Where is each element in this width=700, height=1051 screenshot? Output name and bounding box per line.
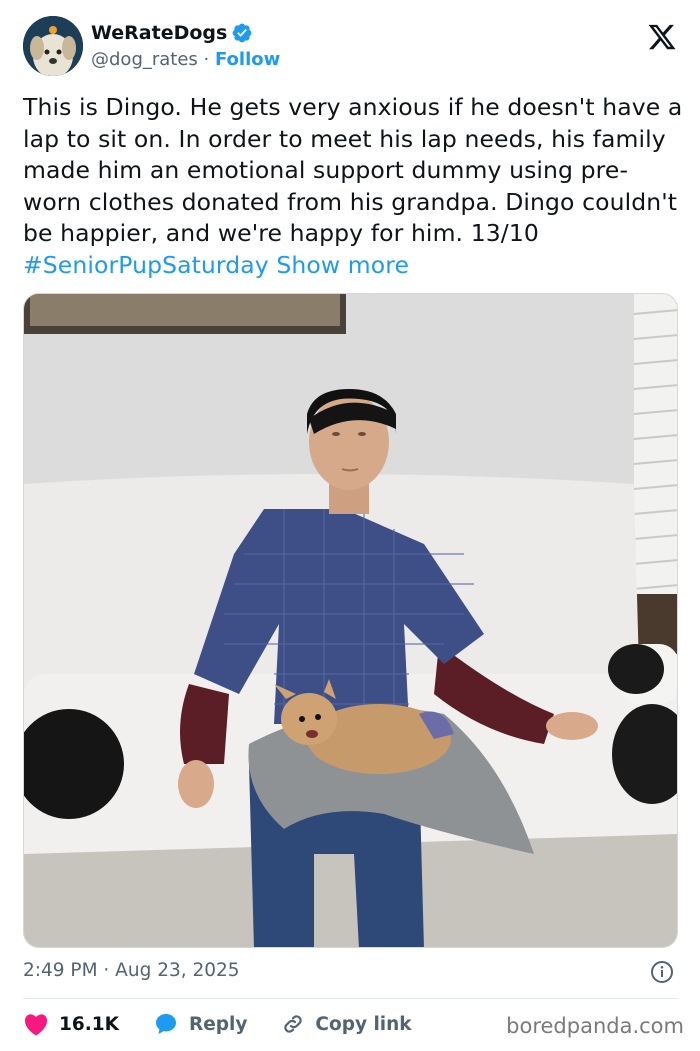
divider — [23, 998, 678, 999]
copy-link-label: Copy link — [315, 1013, 412, 1035]
info-icon[interactable] — [650, 960, 674, 984]
author-handle-row: @dog_rates · Follow — [91, 49, 280, 70]
show-more-link[interactable]: Show more — [276, 251, 409, 279]
tweet-text: This is Dingo. He gets very anxious if h… — [23, 92, 683, 281]
tweet-photo[interactable] — [23, 293, 678, 948]
tweet-body: This is Dingo. He gets very anxious if h… — [23, 93, 683, 247]
avatar[interactable] — [23, 16, 83, 76]
like-button[interactable]: 16.1K — [23, 1012, 119, 1036]
reply-label: Reply — [188, 1013, 248, 1035]
watermark: boredpanda.com — [506, 1014, 684, 1038]
follow-button[interactable]: Follow — [215, 49, 280, 70]
photo-illustration — [24, 294, 677, 947]
reply-bubble-icon — [155, 1014, 176, 1034]
x-logo-icon[interactable] — [647, 22, 677, 52]
verified-badge-icon — [232, 23, 252, 43]
author-display-name[interactable]: WeRateDogs — [91, 22, 227, 44]
like-count: 16.1K — [59, 1013, 119, 1035]
link-icon — [284, 1015, 303, 1033]
author-handle[interactable]: @dog_rates — [91, 49, 198, 70]
author-name-row: WeRateDogs — [91, 22, 253, 44]
heart-icon — [24, 1014, 48, 1036]
reply-button[interactable]: Reply — [153, 1012, 247, 1036]
copy-link-button[interactable]: Copy link — [281, 1012, 412, 1036]
tweet-header: WeRateDogs @dog_rates · Follow — [23, 16, 683, 78]
tweet-timestamp[interactable]: 2:49 PM · Aug 23, 2025 — [23, 960, 240, 981]
hashtag-link[interactable]: #SeniorPupSaturday — [23, 251, 269, 279]
action-bar: 16.1K Reply Copy link — [23, 1008, 446, 1040]
handle-separator: · — [197, 49, 215, 70]
